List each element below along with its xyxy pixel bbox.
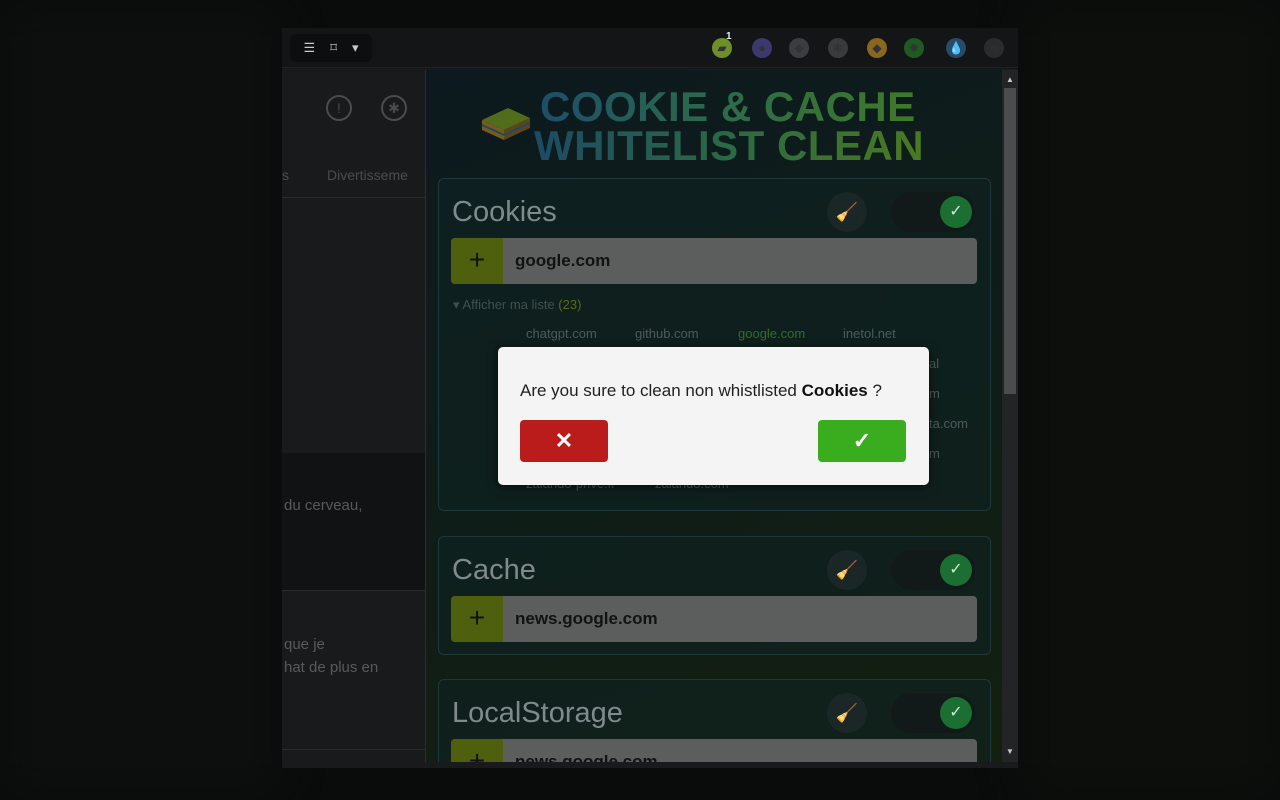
section-title: Cache	[452, 554, 536, 586]
message-target: Cookies	[801, 381, 868, 400]
nav-item-partial[interactable]: s	[282, 167, 289, 183]
background-right	[1018, 0, 1280, 800]
settings-icon[interactable]: ✱	[381, 95, 407, 121]
drop-extension-icon[interactable]: 💧	[946, 38, 966, 58]
section-title: Cookies	[452, 196, 557, 228]
domain-chip[interactable]: github.com	[635, 326, 699, 341]
message-suffix: ?	[872, 381, 882, 400]
list-count: (23)	[558, 297, 582, 312]
article-text: que je	[284, 636, 325, 653]
section-title: LocalStorage	[452, 697, 623, 729]
extension-badge: 1	[726, 31, 732, 42]
browser-toolbar: ☰ ⌑ ▾ ▰ ● ◆ ✱ ◆ ✹ 💧 ‹› 1	[282, 28, 1018, 68]
confirm-message: Are you sure to clean non whistlisted Co…	[520, 381, 882, 401]
domain-chip[interactable]: chatgpt.com	[526, 326, 597, 341]
purple-extension-icon[interactable]: ●	[752, 38, 772, 58]
clean-cookies-button[interactable]: 🧹	[827, 192, 867, 232]
input-value: news.google.com	[515, 609, 658, 628]
check-icon: ✓	[940, 697, 972, 729]
domain-chip[interactable]: google.com	[738, 326, 805, 341]
clean-cache-button[interactable]: 🧹	[827, 550, 867, 590]
chevron-down-icon[interactable]: ▾	[352, 40, 359, 56]
scroll-down-icon[interactable]: ▼	[1004, 746, 1016, 758]
input-value: news.google.com	[515, 752, 658, 762]
green-extension-icon[interactable]: ✹	[904, 38, 924, 58]
check-icon: ✓	[852, 428, 872, 453]
bookmark-icon[interactable]: ⌑	[330, 40, 337, 56]
divider	[282, 590, 427, 591]
domain-chip[interactable]: inetol.net	[843, 326, 896, 341]
cache-section: Cache 🧹 ✓ + news.google.com	[438, 536, 991, 655]
info-icon[interactable]: !	[326, 95, 352, 121]
add-domain-button[interactable]: +	[451, 238, 503, 284]
cookies-whitelist-input[interactable]: + google.com	[451, 238, 977, 284]
screen: ☰ ⌑ ▾ ▰ ● ◆ ✱ ◆ ✹ 💧 ‹› 1 ! ✱ s Divertisseme du …	[0, 0, 1280, 800]
input-value: google.com	[515, 251, 611, 270]
article-text: du cerveau,	[284, 497, 363, 514]
domain-chip[interactable]: al	[929, 356, 939, 371]
domain-chip[interactable]: m	[929, 446, 940, 461]
scroll-up-icon[interactable]: ▲	[1004, 74, 1016, 86]
reader-mode-icon[interactable]: ☰	[304, 40, 316, 56]
message-prefix: Are you sure to clean non whistlisted	[520, 381, 797, 400]
popup-title-line2: WHITELIST CLEAN	[534, 122, 925, 169]
domain-chip[interactable]: m	[929, 386, 940, 401]
show-list-toggle[interactable]: ▾ Afficher ma liste (23)	[453, 297, 581, 313]
toolbar-button-group: ☰ ⌑ ▾	[290, 34, 372, 62]
divider	[282, 197, 427, 198]
shield-extension-icon[interactable]: ◆	[789, 38, 809, 58]
check-icon: ✓	[940, 554, 972, 586]
gear-extension-icon[interactable]: ✱	[828, 38, 848, 58]
confirm-dialog: Are you sure to clean non whistlisted Co…	[498, 347, 929, 485]
nav-item-divertissement[interactable]: Divertisseme	[327, 167, 408, 183]
divider	[282, 749, 427, 750]
article-text: hat de plus en	[284, 659, 379, 676]
cancel-button[interactable]: ✕	[520, 420, 608, 462]
cookie-logo-icon	[481, 108, 531, 140]
show-list-label: ▾ Afficher ma liste	[453, 297, 555, 312]
orange-extension-icon[interactable]: ◆	[867, 38, 887, 58]
cache-toggle[interactable]: ✓	[891, 550, 975, 590]
localstorage-whitelist-input[interactable]: + news.google.com	[451, 739, 977, 762]
check-icon: ✓	[940, 196, 972, 228]
localstorage-toggle[interactable]: ✓	[891, 693, 975, 733]
close-icon: ✕	[554, 428, 574, 453]
localstorage-section: LocalStorage 🧹 ✓ + news.google.com	[438, 679, 991, 762]
domain-chip[interactable]: ta.com	[929, 416, 968, 431]
puzzle-extension-icon[interactable]: ‹›	[984, 38, 1004, 58]
add-domain-button[interactable]: +	[451, 739, 503, 762]
cache-whitelist-input[interactable]: + news.google.com	[451, 596, 977, 642]
add-domain-button[interactable]: +	[451, 596, 503, 642]
scrollbar-thumb[interactable]	[1004, 88, 1016, 394]
article-block	[282, 453, 427, 591]
cookies-toggle[interactable]: ✓	[891, 192, 975, 232]
background-left	[0, 0, 282, 800]
confirm-button[interactable]: ✓	[818, 420, 906, 462]
clean-localstorage-button[interactable]: 🧹	[827, 693, 867, 733]
